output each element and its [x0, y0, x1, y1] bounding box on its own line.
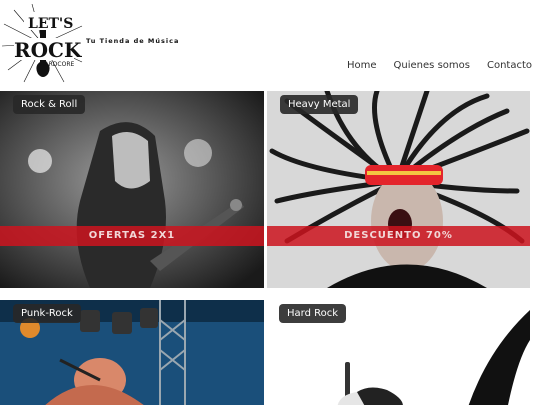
- category-card-hard-rock[interactable]: Hard Rock: [267, 300, 530, 405]
- offer-ribbon: DESCUENTO 70%: [267, 226, 530, 246]
- logo[interactable]: LET'S ROCK HARDCORE: [1, 3, 84, 84]
- main-nav: Home Quienes somos Contacto: [330, 60, 532, 71]
- category-card-heavy-metal[interactable]: Heavy Metal DESCUENTO 70%: [267, 91, 530, 288]
- category-badge: Rock & Roll: [13, 95, 86, 114]
- site-header: LET'S ROCK HARDCORE Tu Tienda de Música …: [0, 0, 540, 90]
- svg-text:LET'S: LET'S: [28, 16, 73, 32]
- nav-contacto[interactable]: Contacto: [487, 60, 532, 71]
- offer-ribbon: OFERTAS 2X1: [0, 226, 264, 246]
- svg-text:ROCK: ROCK: [14, 38, 82, 62]
- page: LET'S ROCK HARDCORE Tu Tienda de Música …: [0, 0, 540, 405]
- metal-headbanger-photo: [267, 91, 530, 288]
- svg-text:HARDCORE: HARDCORE: [40, 61, 74, 68]
- category-card-punk-rock[interactable]: Punk-Rock: [0, 300, 264, 405]
- category-badge: Punk-Rock: [13, 304, 81, 323]
- nav-home[interactable]: Home: [347, 60, 377, 71]
- category-badge: Hard Rock: [279, 304, 347, 323]
- logo-graphic: LET'S ROCK HARDCORE: [1, 3, 83, 83]
- category-badge: Heavy Metal: [280, 95, 359, 114]
- nav-quienes-somos[interactable]: Quienes somos: [394, 60, 470, 71]
- tagline: Tu Tienda de Música: [86, 37, 180, 45]
- rock-guitarist-photo: [0, 91, 264, 288]
- category-card-rock-and-roll[interactable]: Rock & Roll OFERTAS 2X1: [0, 91, 264, 288]
